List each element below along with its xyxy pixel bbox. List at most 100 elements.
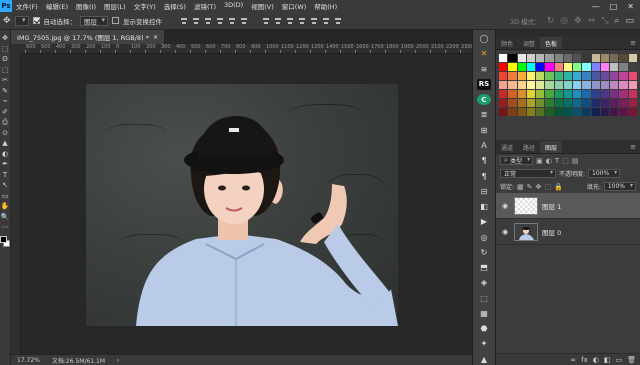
- 3d-slide-icon[interactable]: ⇔: [588, 16, 596, 26]
- panel-strip-icon[interactable]: ⬣: [477, 323, 491, 334]
- align-hcenter-icon[interactable]: [228, 17, 236, 25]
- tool-icon[interactable]: ⬚: [1, 45, 10, 54]
- link-layers-icon[interactable]: ∞: [570, 356, 576, 364]
- panel-strip-icon[interactable]: ✦: [477, 338, 491, 349]
- menu-item[interactable]: 帮助(H): [310, 1, 341, 11]
- color-swatch[interactable]: [573, 81, 582, 89]
- color-swatch[interactable]: [563, 81, 573, 89]
- color-swatch[interactable]: [536, 72, 545, 80]
- opacity-input[interactable]: 100%: [588, 169, 621, 178]
- menu-item[interactable]: 窗口(W): [278, 1, 311, 11]
- panel-strip-icon[interactable]: ≋: [477, 64, 491, 75]
- distribute-hcenter-icon[interactable]: [310, 17, 318, 25]
- color-swatch[interactable]: [536, 81, 545, 89]
- color-swatch[interactable]: [573, 63, 582, 71]
- tool-icon[interactable]: ⌁: [1, 97, 10, 106]
- color-swatch[interactable]: [619, 72, 628, 80]
- distribute-left-icon[interactable]: [298, 17, 306, 25]
- panel-strip-icon[interactable]: RS: [477, 78, 491, 91]
- color-swatch[interactable]: [582, 63, 591, 71]
- tool-preset-select[interactable]: [14, 15, 29, 26]
- menu-item[interactable]: 滤镜(T): [190, 1, 220, 11]
- tool-icon[interactable]: ▲: [1, 139, 10, 148]
- color-swatch[interactable]: [610, 108, 619, 116]
- tool-icon[interactable]: ✋: [1, 202, 10, 211]
- color-swatch[interactable]: [619, 81, 628, 89]
- zoom-level[interactable]: 17.72%: [17, 357, 40, 364]
- menu-item[interactable]: 图像(I): [72, 1, 100, 11]
- tool-icon[interactable]: ⊙: [1, 129, 10, 138]
- color-swatch[interactable]: [545, 90, 554, 98]
- color-swatch[interactable]: [591, 63, 600, 71]
- panel-strip-icon[interactable]: ⬒: [477, 262, 491, 273]
- color-swatch[interactable]: [508, 108, 517, 116]
- color-swatch[interactable]: [563, 54, 573, 62]
- panel-strip-icon[interactable]: ◈: [477, 277, 491, 288]
- blend-mode-select[interactable]: 正常: [500, 169, 556, 178]
- color-swatch[interactable]: [545, 72, 554, 80]
- color-swatch[interactable]: [499, 99, 508, 107]
- panel-strip-icon[interactable]: ◎: [477, 231, 491, 242]
- workspace-icon[interactable]: ▭: [625, 16, 634, 26]
- panel-strip-icon[interactable]: ▦: [477, 308, 491, 319]
- lock-artboard-icon[interactable]: ⬚: [544, 183, 551, 191]
- lock-pixels-icon[interactable]: ▦: [517, 183, 524, 191]
- 3d-roll-icon[interactable]: ◎: [560, 16, 568, 26]
- color-swatch[interactable]: [619, 108, 628, 116]
- color-swatch[interactable]: [499, 90, 508, 98]
- color-swatch[interactable]: [600, 72, 610, 80]
- fill-input[interactable]: 100%: [603, 182, 636, 191]
- color-swatch[interactable]: [508, 90, 517, 98]
- color-swatch[interactable]: [517, 72, 526, 80]
- align-top-icon[interactable]: [180, 17, 188, 25]
- color-swatch[interactable]: [582, 81, 591, 89]
- close-window-button[interactable]: ✕: [627, 2, 634, 11]
- color-swatch[interactable]: [545, 108, 554, 116]
- distribute-vcenter-icon[interactable]: [274, 17, 282, 25]
- canvas-area[interactable]: [21, 54, 472, 354]
- distribute-right-icon[interactable]: [322, 17, 330, 25]
- tool-icon[interactable]: 🔍: [1, 213, 10, 222]
- auto-align-icon[interactable]: [334, 17, 342, 25]
- color-swatch[interactable]: [610, 63, 619, 71]
- layer-filter-select[interactable]: ⌕ 类型: [500, 156, 534, 165]
- tool-icon[interactable]: ↖: [1, 181, 10, 190]
- color-swatch[interactable]: [526, 54, 536, 62]
- move-tool-icon[interactable]: ✥: [3, 16, 11, 26]
- color-swatch[interactable]: [545, 99, 554, 107]
- 3d-rotate-icon[interactable]: ↻: [547, 16, 555, 26]
- panel-strip-icon[interactable]: ◯: [477, 33, 491, 44]
- color-swatch[interactable]: [582, 54, 591, 62]
- color-swatch[interactable]: [628, 63, 637, 71]
- tab-color_panel[interactable]: 色板: [540, 37, 563, 49]
- color-swatch[interactable]: [536, 99, 545, 107]
- tool-icon[interactable]: T: [1, 171, 10, 180]
- color-swatch[interactable]: [517, 108, 526, 116]
- menu-item[interactable]: 选择(S): [160, 1, 190, 11]
- color-swatch[interactable]: [517, 90, 526, 98]
- color-swatch[interactable]: [628, 99, 637, 107]
- vertical-ruler[interactable]: [11, 54, 21, 354]
- color-swatch[interactable]: [499, 63, 508, 71]
- color-swatch[interactable]: [591, 108, 600, 116]
- color-swatch[interactable]: [526, 90, 536, 98]
- color-swatch[interactable]: [563, 108, 573, 116]
- color-swatch[interactable]: [554, 63, 563, 71]
- new-layer-icon[interactable]: 🗑: [627, 356, 636, 364]
- color-swatch[interactable]: [600, 63, 610, 71]
- color-swatch[interactable]: [591, 99, 600, 107]
- color-swatch[interactable]: [563, 99, 573, 107]
- tab-layers_panel[interactable]: 路径: [518, 141, 540, 153]
- color-swatch[interactable]: [591, 81, 600, 89]
- menu-item[interactable]: 文件(F): [12, 1, 42, 11]
- color-swatch[interactable]: [610, 72, 619, 80]
- tab-color_panel[interactable]: 调整: [518, 37, 540, 49]
- 3d-scale-icon[interactable]: ⤡: [601, 16, 608, 26]
- color-swatch[interactable]: [563, 63, 573, 71]
- menu-item[interactable]: 图层(L): [100, 1, 130, 11]
- color-swatch[interactable]: [628, 108, 637, 116]
- lock-all-icon[interactable]: 🔒: [554, 183, 563, 191]
- align-right-icon[interactable]: [240, 17, 248, 25]
- filter-pixel-icon[interactable]: ▣: [536, 157, 543, 165]
- color-swatch[interactable]: [573, 99, 582, 107]
